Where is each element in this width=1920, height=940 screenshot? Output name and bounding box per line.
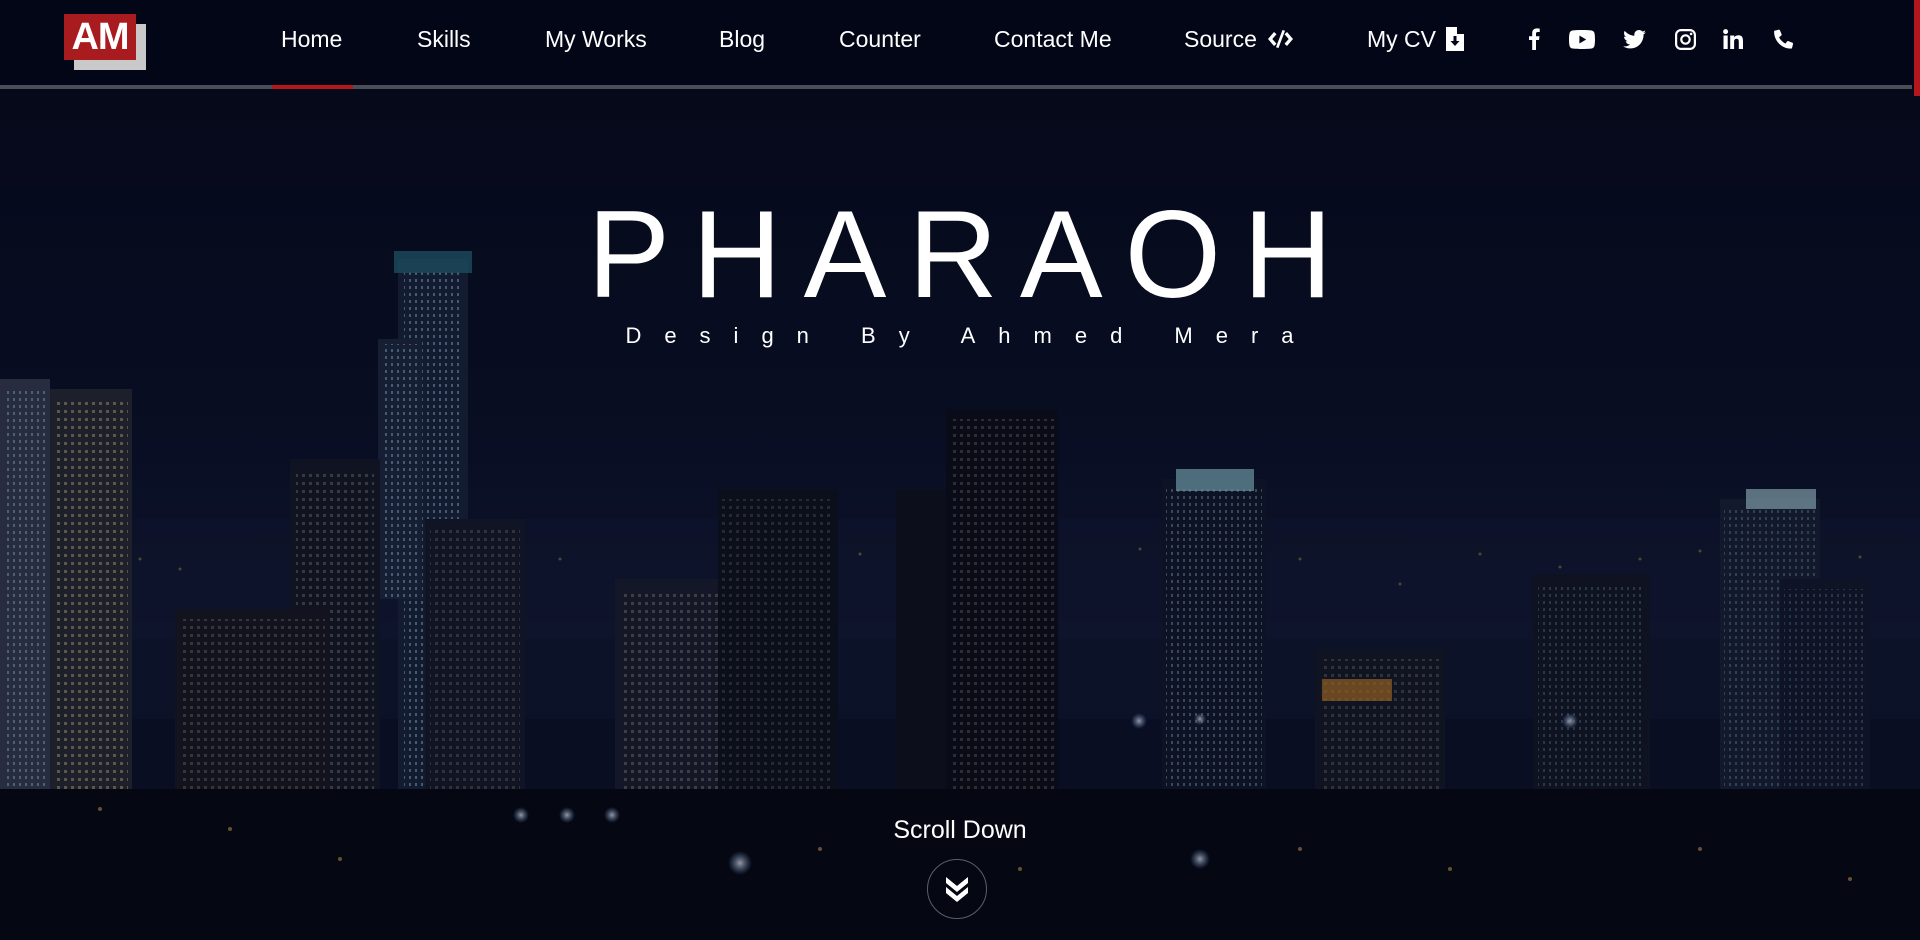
nav-skills[interactable]: Skills [417, 22, 471, 56]
nav-home[interactable]: Home [281, 22, 342, 56]
nav-home-label: Home [281, 25, 343, 52]
nav-source[interactable]: Source [1184, 22, 1294, 56]
nav-source-label: Source [1184, 25, 1257, 52]
nav-menu: Home Skills My Works Blog Counter Contac… [0, 0, 1920, 78]
phone-icon[interactable] [1768, 24, 1798, 54]
file-download-icon [1446, 27, 1464, 51]
page-scroll-indicator [1914, 0, 1920, 96]
nav-my-works-label: My Works [545, 25, 647, 52]
nav-contact-me-label: Contact Me [994, 25, 1112, 52]
hero-section: PHARAOH Design By Ahmed Mera Scroll Down [0, 89, 1920, 940]
nav-skills-label: Skills [417, 25, 471, 52]
linkedin-icon[interactable] [1718, 24, 1748, 54]
nav-counter-label: Counter [839, 25, 921, 52]
nav-contact-me[interactable]: Contact Me [994, 22, 1112, 56]
scroll-down-button[interactable] [927, 859, 987, 919]
hero-title: PHARAOH [587, 186, 1355, 324]
youtube-icon[interactable] [1567, 24, 1597, 54]
nav-blog[interactable]: Blog [719, 22, 765, 56]
active-nav-indicator [272, 85, 353, 89]
nav-my-works[interactable]: My Works [545, 22, 647, 56]
nav-my-cv-label: My CV [1367, 25, 1436, 52]
facebook-icon[interactable] [1519, 24, 1549, 54]
navbar: AM Home Skills My Works Blog Counter Con… [0, 0, 1920, 89]
nav-blog-label: Blog [719, 25, 766, 52]
hero-subtitle: Design By Ahmed Mera [625, 323, 1317, 348]
double-chevron-down-icon [946, 877, 968, 902]
code-icon [1267, 30, 1293, 48]
scroll-down-label[interactable]: Scroll Down [0, 816, 1920, 845]
twitter-icon[interactable] [1619, 24, 1649, 54]
nav-counter[interactable]: Counter [839, 22, 921, 56]
nav-my-cv[interactable]: My CV [1367, 22, 1464, 56]
instagram-icon[interactable] [1670, 24, 1700, 54]
